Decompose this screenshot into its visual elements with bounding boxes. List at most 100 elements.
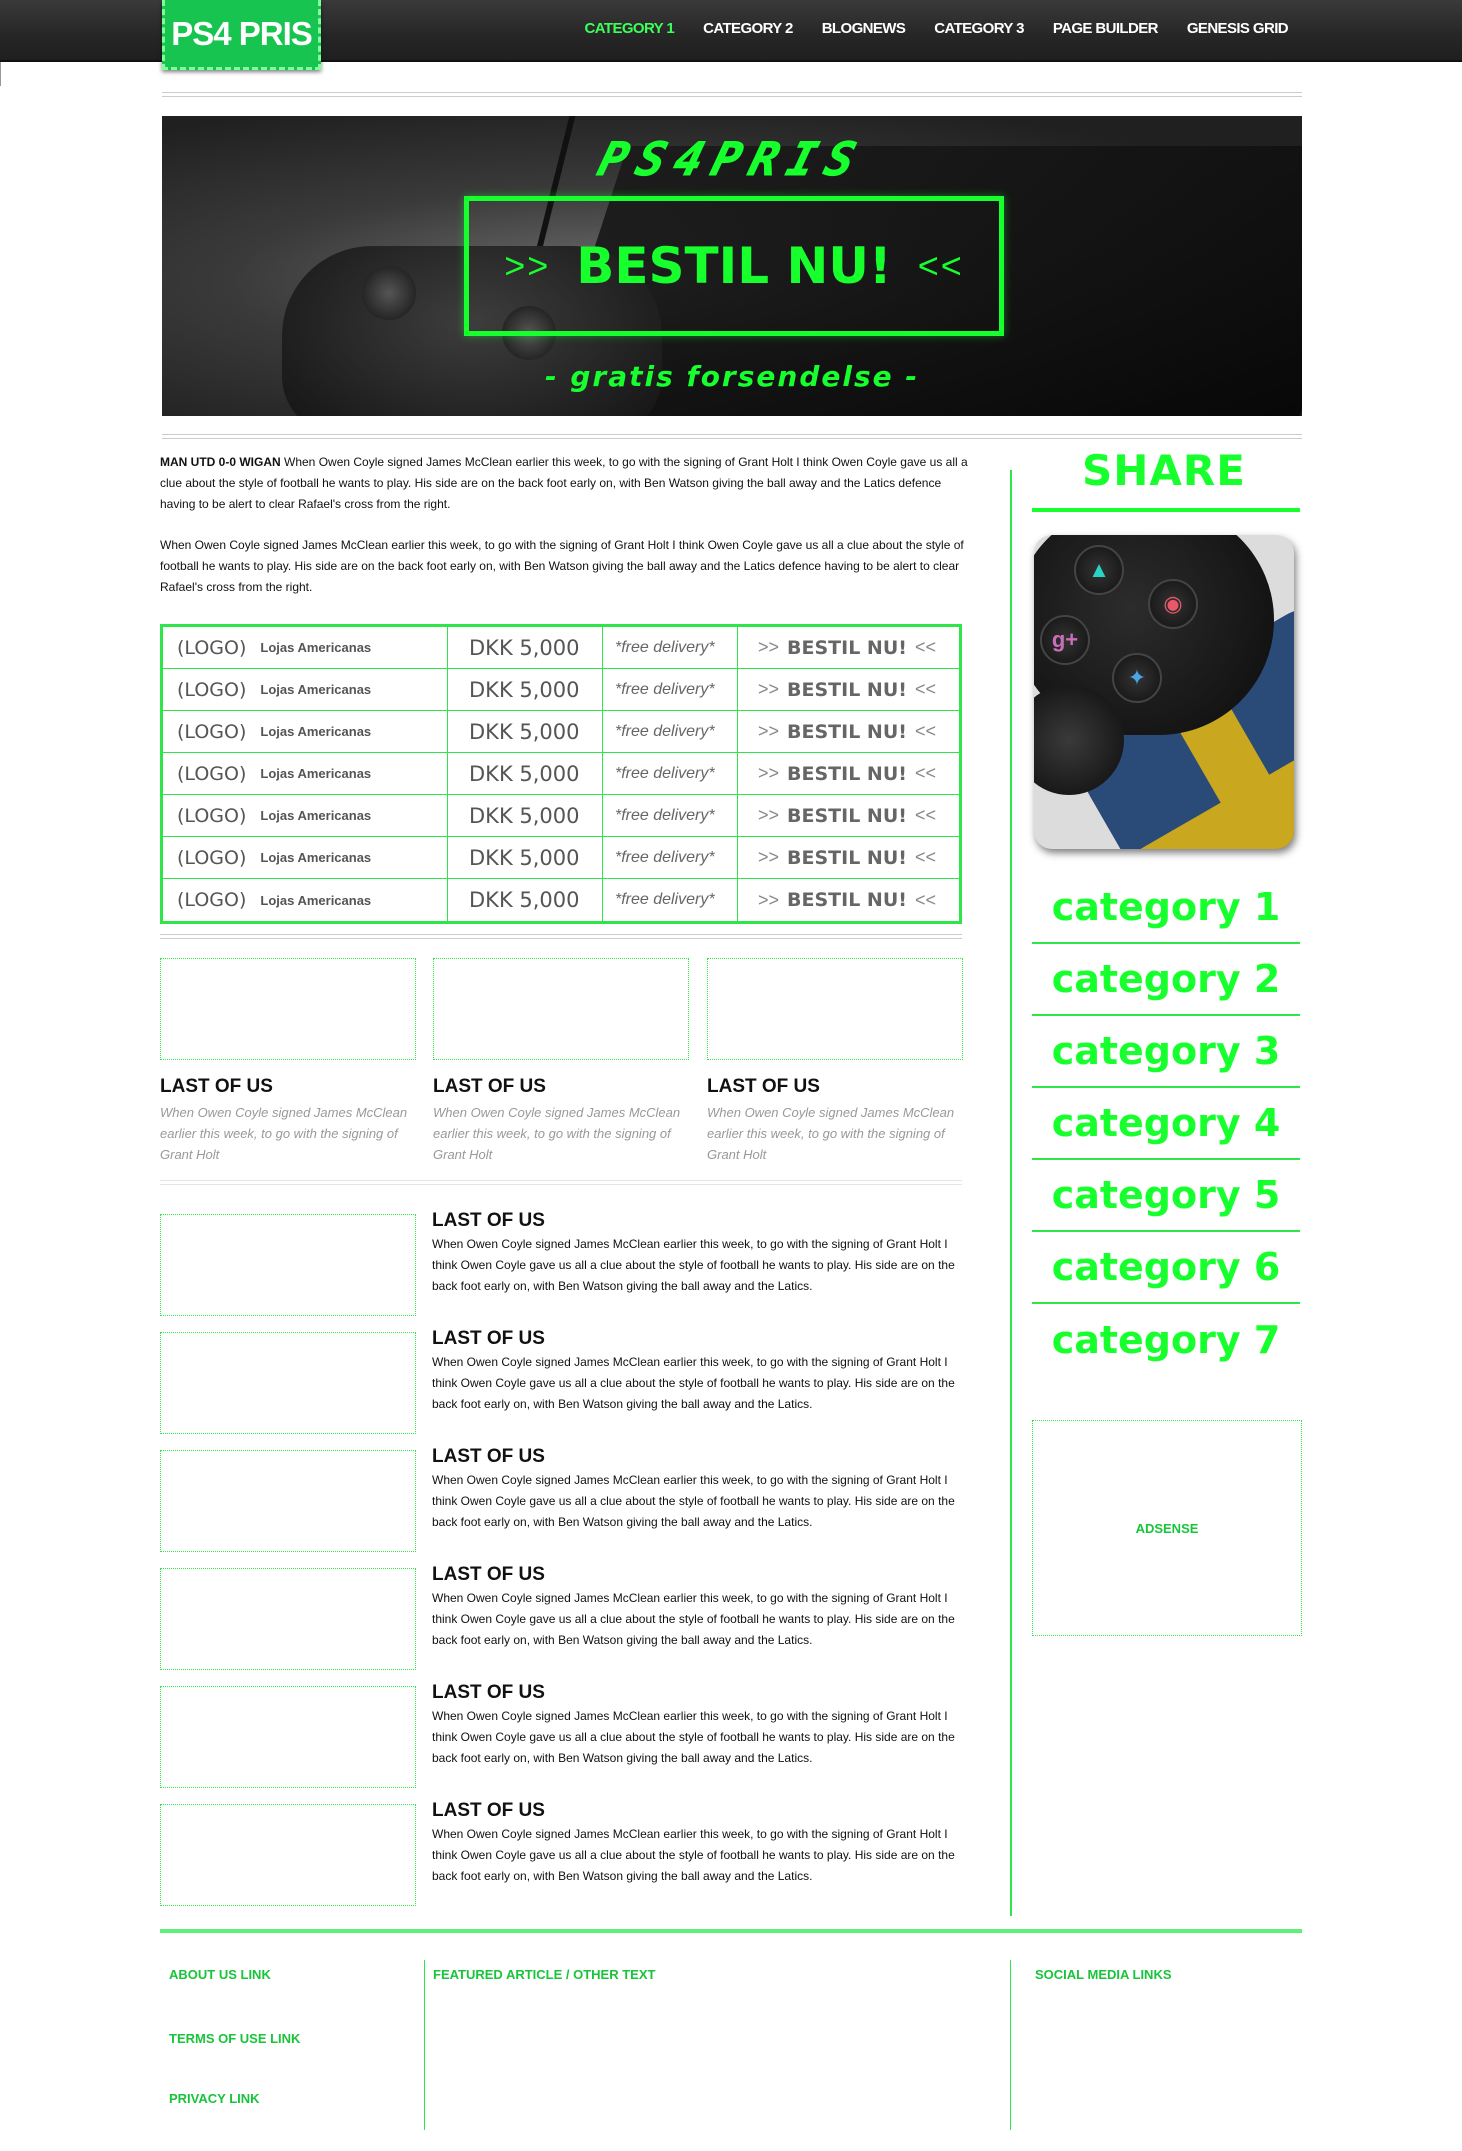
price-row: (LOGO) Lojas Americanas DKK 5,000 *free d… [163, 879, 959, 921]
sidebar-category-4[interactable]: category 4 [1032, 1088, 1300, 1160]
list-item-text: When Owen Coyle signed James McClean ear… [432, 1709, 955, 1765]
list-item-title[interactable]: LAST OF US [432, 1800, 964, 1822]
nav-blognews[interactable]: BLOGNEWS [822, 20, 906, 37]
footer-social-links[interactable]: SOCIAL MEDIA LINKS [1035, 1967, 1172, 1982]
list-item-title[interactable]: LAST OF US [432, 1210, 964, 1232]
price-value: DKK 5,000 [448, 627, 603, 668]
arrows-left-icon: << [914, 721, 936, 741]
article-paragraph: MAN UTD 0-0 WIGAN When Owen Coyle signed… [160, 452, 968, 515]
price-value: DKK 5,000 [448, 837, 603, 878]
article-card[interactable]: LAST OF US When Owen Coyle signed James … [433, 958, 689, 1165]
sidebar-category-7[interactable]: category 7 [1032, 1304, 1300, 1376]
shop-name[interactable]: Lojas Americanas [260, 893, 371, 908]
buy-now-label: BESTIL NU! [787, 804, 907, 827]
nav-genesis-grid[interactable]: GENESIS GRID [1187, 20, 1289, 37]
delivery-note: *free delivery* [603, 711, 738, 752]
card-title[interactable]: LAST OF US [707, 1076, 963, 1098]
footer-featured-article[interactable]: FEATURED ARTICLE / OTHER TEXT [433, 1967, 655, 1982]
buy-now-button[interactable]: >> BESTIL NU! << [738, 879, 959, 921]
arrows-left-icon: << [914, 805, 936, 825]
pinterest-icon[interactable]: ◉ [1148, 579, 1198, 629]
buy-now-button[interactable]: >> BESTIL NU! << [738, 711, 959, 752]
nav-category-1[interactable]: CATEGORY 1 [585, 20, 675, 37]
price-row: (LOGO) Lojas Americanas DKK 5,000 *free d… [163, 711, 959, 753]
buy-now-button[interactable]: >> BESTIL NU! << [738, 795, 959, 836]
list-item-image-placeholder[interactable] [160, 1804, 416, 1906]
shop-cell: (LOGO) Lojas Americanas [163, 837, 448, 878]
delivery-note: *free delivery* [603, 627, 738, 668]
nav-category-2[interactable]: CATEGORY 2 [703, 20, 793, 37]
category-list: category 1 category 2 category 3 categor… [1032, 872, 1300, 1376]
vine-icon[interactable]: ▲ [1074, 545, 1124, 595]
twitter-icon[interactable]: ✦ [1112, 653, 1162, 703]
list-item: LAST OF US When Owen Coyle signed James … [432, 1328, 964, 1415]
controller-stick [362, 266, 416, 320]
shop-cell: (LOGO) Lojas Americanas [163, 795, 448, 836]
hero-banner[interactable]: PS4PRIS >> BESTIL NU! << - gratis forsen… [162, 116, 1302, 416]
sidebar-category-3[interactable]: category 3 [1032, 1016, 1300, 1088]
buy-now-button[interactable]: >> BESTIL NU! << [738, 627, 959, 668]
article-card[interactable]: LAST OF US When Owen Coyle signed James … [160, 958, 416, 1165]
shop-name[interactable]: Lojas Americanas [260, 640, 371, 655]
shop-logo: (LOGO) [177, 678, 247, 701]
footer-terms-link[interactable]: TERMS OF USE LINK [169, 2031, 300, 2046]
buy-now-label: BESTIL NU! [787, 889, 907, 911]
footer-about-link[interactable]: ABOUT US LINK [169, 1967, 271, 1982]
list-item-text: When Owen Coyle signed James McClean ear… [432, 1237, 955, 1293]
footer-column-divider [1010, 1960, 1011, 2130]
google-plus-icon[interactable]: g+ [1040, 615, 1090, 665]
sidebar-category-6[interactable]: category 6 [1032, 1232, 1300, 1304]
shop-name[interactable]: Lojas Americanas [260, 682, 371, 697]
card-image-placeholder[interactable] [433, 958, 689, 1060]
list-item-image-placeholder[interactable] [160, 1450, 416, 1552]
shop-name[interactable]: Lojas Americanas [260, 724, 371, 739]
list-item-image-placeholder[interactable] [160, 1332, 416, 1434]
main-nav: CATEGORY 1 CATEGORY 2 BLOGNEWS CATEGORY … [585, 20, 1289, 37]
sidebar-category-2[interactable]: category 2 [1032, 944, 1300, 1016]
adsense-slot[interactable]: ADSENSE [1032, 1420, 1302, 1636]
sidebar-category-5[interactable]: category 5 [1032, 1160, 1300, 1232]
nav-category-3[interactable]: CATEGORY 3 [934, 20, 1024, 37]
site-logo[interactable]: PS4 PRIS [162, 0, 321, 70]
sidebar-category-1[interactable]: category 1 [1032, 872, 1300, 944]
card-image-placeholder[interactable] [160, 958, 416, 1060]
arrows-right-icon: >> [758, 763, 780, 783]
list-item-title[interactable]: LAST OF US [432, 1564, 964, 1586]
buy-now-button[interactable]: >> BESTIL NU! << [738, 837, 959, 878]
shop-name[interactable]: Lojas Americanas [260, 808, 371, 823]
sidebar-divider [1010, 470, 1012, 1916]
list-item-image-placeholder[interactable] [160, 1214, 416, 1316]
intro-article: MAN UTD 0-0 WIGAN When Owen Coyle signed… [160, 452, 968, 618]
price-comparison-table: (LOGO) Lojas Americanas DKK 5,000 *free d… [160, 624, 962, 924]
price-row: (LOGO) Lojas Americanas DKK 5,000 *free d… [163, 627, 959, 669]
page-edge-line [0, 62, 1, 86]
price-value: DKK 5,000 [448, 795, 603, 836]
card-title[interactable]: LAST OF US [433, 1076, 689, 1098]
card-title[interactable]: LAST OF US [160, 1076, 416, 1098]
list-item-title[interactable]: LAST OF US [432, 1446, 964, 1468]
buy-now-button[interactable]: >> BESTIL NU! << [738, 753, 959, 794]
list-item-title[interactable]: LAST OF US [432, 1328, 964, 1350]
card-excerpt: When Owen Coyle signed James McClean ear… [433, 1105, 681, 1162]
arrows-left-icon: << [914, 763, 936, 783]
footer-privacy-link[interactable]: PRIVACY LINK [169, 2091, 260, 2106]
nav-page-builder[interactable]: PAGE BUILDER [1053, 20, 1159, 37]
list-item-image-placeholder[interactable] [160, 1686, 416, 1788]
shop-logo: (LOGO) [177, 846, 247, 869]
shop-logo: (LOGO) [177, 636, 247, 659]
article-card[interactable]: LAST OF US When Owen Coyle signed James … [707, 958, 963, 1165]
price-row: (LOGO) Lojas Americanas DKK 5,000 *free d… [163, 753, 959, 795]
order-now-button[interactable]: >> BESTIL NU! << [464, 196, 1004, 336]
share-controller-image: ▲ ◉ g+ ✦ [1034, 535, 1294, 849]
arrows-right-icon: >> [758, 847, 780, 867]
list-item-image-placeholder[interactable] [160, 1568, 416, 1670]
shop-name[interactable]: Lojas Americanas [260, 850, 371, 865]
share-title: SHARE [1082, 446, 1246, 495]
price-value: DKK 5,000 [448, 711, 603, 752]
divider [160, 1180, 962, 1185]
shop-logo: (LOGO) [177, 720, 247, 743]
list-item-title[interactable]: LAST OF US [432, 1682, 964, 1704]
buy-now-button[interactable]: >> BESTIL NU! << [738, 669, 959, 710]
shop-name[interactable]: Lojas Americanas [260, 766, 371, 781]
card-image-placeholder[interactable] [707, 958, 963, 1060]
